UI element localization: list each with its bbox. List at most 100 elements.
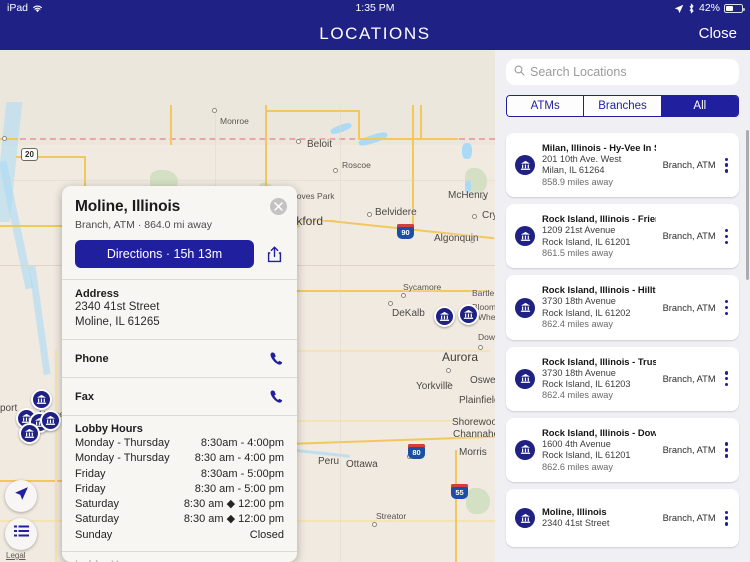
location-type: Branch, ATM (662, 302, 716, 313)
search-container: Search Locations (495, 50, 750, 85)
location-distance: 861.5 miles away (542, 248, 613, 259)
map-road-m (420, 105, 422, 140)
map-label: Morris (459, 447, 487, 458)
location-card[interactable]: Rock Island, Illinois - Downtown1600 4th… (506, 417, 739, 483)
map-road-i55 (455, 450, 457, 562)
list-view-button[interactable] (5, 518, 37, 550)
more-options-icon[interactable] (722, 442, 731, 458)
fax-label: Fax (75, 390, 94, 403)
phone-icon[interactable] (269, 389, 284, 404)
locate-me-button[interactable] (5, 480, 37, 512)
location-city: Rock Island, IL 61203 (542, 379, 631, 390)
location-name: Rock Island, Illinois - Downtown (542, 426, 656, 438)
bank-pin-icon (515, 297, 535, 318)
directions-button[interactable]: Directions · 15h 13m (75, 240, 254, 268)
hours-days: Monday - Thursday (75, 437, 170, 449)
fax-row[interactable]: Fax (62, 378, 297, 415)
callout-title: Moline, Illinois (75, 198, 181, 215)
phone-icon[interactable] (269, 351, 284, 366)
map-label: Channahon (453, 429, 495, 440)
more-options-icon[interactable] (722, 510, 731, 526)
lobby-hours-section: Lobby Hours Monday - Thursday 8:30am - 4:… (62, 416, 297, 551)
bank-pin-icon (515, 226, 535, 247)
map-label: Ottawa (346, 459, 378, 470)
location-city: Rock Island, IL 61201 (542, 236, 631, 247)
more-options-icon[interactable] (722, 157, 731, 173)
location-card[interactable]: Rock Island, Illinois - Friendship Manor… (506, 204, 739, 269)
map-pin-branch[interactable] (434, 306, 455, 327)
location-city: Rock Island, IL 61201 (542, 450, 631, 461)
location-card-body: Moline, Illinois 2340 41st Street (542, 506, 656, 529)
bank-pin-icon (515, 439, 535, 460)
location-name: Rock Island, Illinois - Hilltop� (542, 284, 656, 296)
more-options-icon[interactable] (722, 228, 731, 244)
bank-pin-icon (515, 368, 535, 389)
location-card-right: Branch, ATM (662, 299, 731, 316)
callout-header: Moline, Illinois Branch, ATM · 864.0 mi … (62, 186, 297, 231)
map-label: Bartle (472, 288, 495, 298)
hours-days: Sunday (75, 528, 113, 541)
more-options-icon[interactable] (722, 299, 731, 316)
map-label: Beloit (307, 139, 333, 150)
map-label: port (0, 403, 18, 414)
callout-actions: Directions · 15h 13m (62, 231, 297, 279)
location-city: Milan, IL 61264 (542, 165, 605, 176)
phone-label: Phone (75, 352, 109, 365)
location-arrow-icon (674, 4, 684, 14)
filter-segmented-control[interactable]: ATMs Branches All (506, 95, 739, 117)
segment-all[interactable]: All (661, 96, 738, 116)
map-label: Plainfield (459, 395, 495, 406)
location-card[interactable]: Milan, Illinois - Hy-Vee In Store201 10t… (506, 133, 739, 198)
map-city-dot (212, 108, 217, 113)
close-button[interactable]: Close (699, 17, 737, 50)
location-distance: 862.4 miles away (542, 390, 613, 401)
location-name: Moline, Illinois (542, 506, 607, 518)
location-card[interactable]: Rock Island, Illinois - Hilltop�3730 18t… (506, 275, 739, 340)
location-card-right: Branch, ATM (663, 228, 731, 244)
map-label: Osweg (470, 375, 495, 386)
map-route-shield: 90 (397, 224, 414, 239)
location-list[interactable]: Milan, Illinois - Hy-Vee In Store201 10t… (495, 126, 750, 562)
location-card[interactable]: Rock Island, Illinois - Trust & Investme… (506, 346, 739, 411)
lobby-hours-row: Monday - Thursday 8:30am - 4:00pm (75, 436, 284, 451)
next-hours-title: Lobby Hours (62, 552, 297, 562)
hours-time: Closed (249, 528, 284, 541)
map-road-i (170, 105, 172, 145)
location-detail-callout: Moline, Illinois Branch, ATM · 864.0 mi … (62, 186, 297, 562)
scrollbar[interactable] (746, 130, 749, 280)
lobby-hours-row: Friday 8:30am - 5:00pm (75, 467, 284, 482)
map-label: Belvidere (375, 207, 417, 218)
lobby-hours-row: Sunday Closed (75, 528, 284, 543)
location-card-right: Branch, ATM (663, 510, 731, 526)
map-pin-branch[interactable] (40, 410, 61, 431)
map-label: Loves Park (292, 191, 335, 201)
location-name: Milan, Illinois - Hy-Vee In Store (542, 142, 656, 153)
location-card[interactable]: Moline, Illinois 2340 41st Street Branch, … (506, 489, 739, 548)
map-pin-branch[interactable] (31, 389, 52, 410)
search-bar[interactable]: Search Locations (506, 59, 739, 85)
map-park-4 (466, 488, 490, 514)
share-icon[interactable] (264, 246, 284, 263)
map-label: Crys (482, 210, 495, 221)
close-icon[interactable] (270, 198, 287, 215)
phone-row[interactable]: Phone (62, 340, 297, 377)
map-pin-branch[interactable] (19, 423, 40, 444)
legal-link[interactable]: Legal (6, 551, 26, 560)
bank-pin-icon (515, 155, 535, 176)
battery-percent: 42% (698, 2, 720, 14)
hours-days: Monday - Thursday (75, 452, 170, 465)
map-pin-branch[interactable] (458, 304, 479, 325)
hours-time: 8:30 am - 4:00 pm (194, 452, 284, 465)
lobby-hours-row: Saturday 8:30 am ◆ 12:00 pm (75, 512, 284, 527)
map-city-dot (367, 212, 372, 217)
map-label: Dow (478, 332, 495, 342)
segment-atms[interactable]: ATMs (507, 96, 585, 116)
search-input[interactable]: Search Locations (530, 65, 627, 79)
map-city-dot (401, 293, 406, 298)
map-label: Peru (318, 456, 340, 467)
lobby-hours-title: Lobby Hours (75, 423, 143, 435)
location-card-body: Rock Island, Illinois - Trust & Investme… (542, 356, 656, 402)
segment-branches[interactable]: Branches (584, 96, 662, 116)
hours-time: 8:30am - 5:00pm (200, 467, 284, 480)
more-options-icon[interactable] (722, 371, 731, 387)
